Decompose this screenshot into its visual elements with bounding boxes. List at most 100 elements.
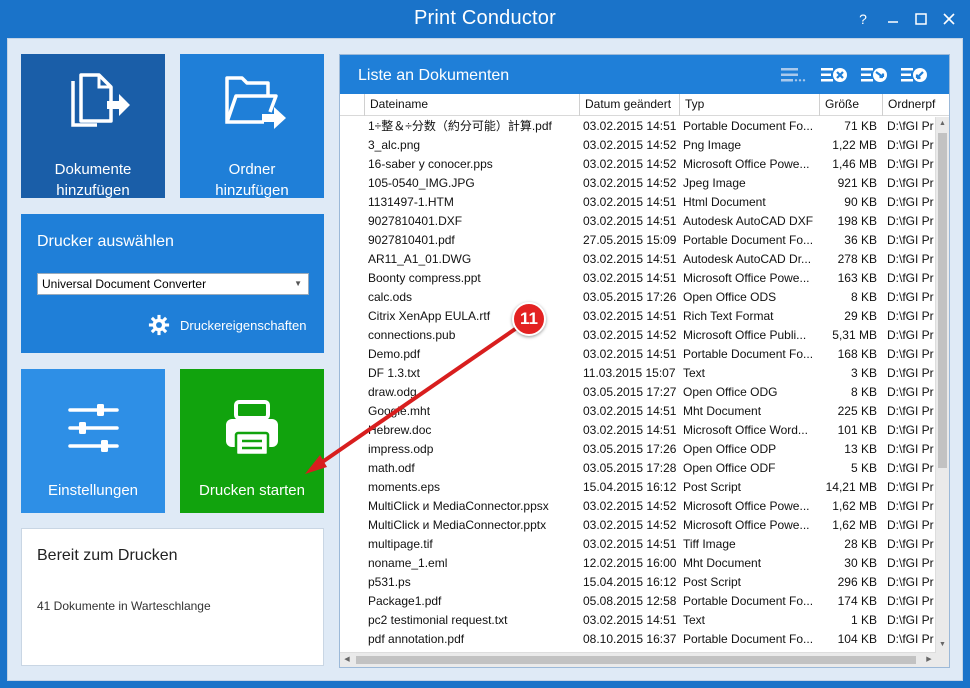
scroll-thumb[interactable]: [938, 133, 947, 468]
cell-folder: D:\fGI Pr: [887, 347, 934, 361]
minimize-icon: [888, 21, 898, 23]
cell-type: Portable Document Fo...: [683, 119, 814, 133]
column-filename[interactable]: Dateiname: [364, 94, 579, 116]
table-row[interactable]: 1÷整＆÷分数（約分可能）計算.pdf 03.02.2015 14:51 Porta…: [340, 117, 936, 136]
table-row[interactable]: draw.odg 03.05.2015 17:27 Open Office ODG 8…: [340, 383, 936, 402]
scroll-up-icon[interactable]: ▲: [936, 117, 949, 131]
cell-date: 12.02.2015 16:00: [583, 556, 677, 570]
clear-list-icon[interactable]: [780, 65, 808, 85]
table-row[interactable]: 105-0540_IMG.JPG 03.02.2015 14:52 Jpeg Ima…: [340, 174, 936, 193]
close-button[interactable]: [938, 9, 960, 29]
table-row[interactable]: impress.odp 03.05.2015 17:26 Open Office O…: [340, 440, 936, 459]
horizontal-scrollbar[interactable]: ◀ ▶: [340, 652, 936, 667]
cell-type: Rich Text Format: [683, 309, 774, 323]
table-row[interactable]: 9027810401.pdf 27.05.2015 15:09 Portable D…: [340, 231, 936, 250]
cell-size: 198 KB: [837, 214, 877, 228]
cell-folder: D:\fGI Pr: [887, 518, 934, 532]
cell-folder: D:\fGI Pr: [887, 594, 934, 608]
cell-date: 03.02.2015 14:51: [583, 119, 677, 133]
printer-icon: [226, 400, 278, 457]
settings-button[interactable]: Einstellungen: [21, 369, 165, 513]
column-folder[interactable]: Ordnerpf: [882, 94, 949, 116]
annotation-badge: 11: [512, 302, 546, 336]
table-row[interactable]: Google.mht 03.02.2015 14:51 Mht Document 22…: [340, 402, 936, 421]
table-row[interactable]: pc2 testimonial request.txt 03.02.2015 14…: [340, 611, 936, 630]
table-row[interactable]: MultiClick и MediaConnector.ppsx 03.02.20…: [340, 497, 936, 516]
column-date[interactable]: Datum geändert: [579, 94, 679, 116]
cell-type: Html Document: [683, 195, 766, 209]
column-size[interactable]: Größe: [819, 94, 882, 116]
cell-type: Portable Document Fo...: [683, 233, 814, 247]
table-row[interactable]: Hebrew.doc 03.02.2015 14:51 Microsoft Offi…: [340, 421, 936, 440]
table-row[interactable]: moments.eps 15.04.2015 16:12 Post Script 14…: [340, 478, 936, 497]
cell-folder: D:\fGI Pr: [887, 119, 934, 133]
scroll-down-icon[interactable]: ▼: [936, 638, 949, 652]
cell-folder: D:\fGI Pr: [887, 499, 934, 513]
move-down-icon[interactable]: [860, 65, 888, 85]
maximize-button[interactable]: [910, 9, 932, 29]
cell-filename: 1131497-1.HTM: [368, 195, 454, 209]
cell-date: 03.02.2015 14:52: [583, 499, 677, 513]
cell-type: Microsoft Office Publi...: [683, 328, 807, 342]
cell-date: 03.02.2015 14:52: [583, 328, 677, 342]
start-print-button[interactable]: Drucken starten: [180, 369, 324, 513]
table-row[interactable]: Demo.pdf 03.02.2015 14:51 Portable Documen…: [340, 345, 936, 364]
cell-size: 5 KB: [850, 461, 877, 475]
add-folder-label-line2: hinzufügen: [215, 182, 289, 199]
cell-date: 03.02.2015 14:52: [583, 138, 677, 152]
cell-size: 1 KB: [850, 613, 877, 627]
printer-properties-link[interactable]: Druckereigenschaften: [148, 314, 306, 336]
table-row[interactable]: Boonty compress.ppt 03.02.2015 14:51 Micro…: [340, 269, 936, 288]
table-row[interactable]: noname_1.eml 12.02.2015 16:00 Mht Document…: [340, 554, 936, 573]
table-row[interactable]: multipage.tif 03.02.2015 14:51 Tiff Image 2…: [340, 535, 936, 554]
cell-type: Open Office ODG: [683, 385, 778, 399]
cell-size: 1,62 MB: [832, 499, 877, 513]
document-list-header: Liste an Dokumenten: [340, 55, 949, 94]
table-row[interactable]: 3_alc.png 03.02.2015 14:52 Png Image 1,22 M…: [340, 136, 936, 155]
scroll-left-icon[interactable]: ◀: [340, 653, 354, 667]
cell-filename: Citrix XenApp EULA.rtf: [368, 309, 491, 323]
table-row[interactable]: MultiClick и MediaConnector.pptx 03.02.20…: [340, 516, 936, 535]
table-row[interactable]: calc.ods 03.05.2015 17:26 Open Office ODS 8…: [340, 288, 936, 307]
cell-folder: D:\fGI Pr: [887, 461, 934, 475]
cell-filename: 9027810401.DXF: [368, 214, 463, 228]
table-row[interactable]: Citrix XenApp EULA.rtf 03.02.2015 14:51 Ri…: [340, 307, 936, 326]
cell-filename: 16-saber y conocer.pps: [368, 157, 493, 171]
add-documents-button[interactable]: Dokumente hinzufügen: [21, 54, 165, 199]
cell-date: 08.10.2015 16:37: [583, 632, 677, 646]
cell-date: 03.02.2015 14:51: [583, 537, 677, 551]
cell-size: 36 KB: [844, 233, 877, 247]
cell-type: Microsoft Office Word...: [683, 423, 808, 437]
cell-date: 05.08.2015 12:58: [583, 594, 677, 608]
printer-select[interactable]: Universal Document Converter ▼: [37, 273, 309, 295]
cell-date: 03.05.2015 17:26: [583, 290, 677, 304]
remove-selected-icon[interactable]: [820, 65, 848, 85]
table-row[interactable]: math.odf 03.05.2015 17:28 Open Office ODF 5…: [340, 459, 936, 478]
table-row[interactable]: AR11_A1_01.DWG 03.02.2015 14:51 Autodesk A…: [340, 250, 936, 269]
table-row[interactable]: 1131497-1.HTM 03.02.2015 14:51 Html Docume…: [340, 193, 936, 212]
help-button[interactable]: ?: [852, 9, 874, 29]
vertical-scrollbar[interactable]: ▲ ▼: [935, 117, 949, 652]
sliders-icon: [68, 404, 119, 452]
minimize-button[interactable]: [882, 9, 904, 29]
cell-type: Open Office ODP: [683, 442, 777, 456]
table-row[interactable]: 9027810401.DXF 03.02.2015 14:51 Autodesk A…: [340, 212, 936, 231]
add-folder-button[interactable]: Ordner hinzufügen: [180, 54, 324, 199]
table-row[interactable]: connections.pub 03.02.2015 14:52 Microsoft…: [340, 326, 936, 345]
table-row[interactable]: p531.ps 15.04.2015 16:12 Post Script 296 KB…: [340, 573, 936, 592]
table-row[interactable]: pdf annotation.pdf 08.10.2015 16:37 Portab…: [340, 630, 936, 649]
column-type[interactable]: Typ: [679, 94, 819, 116]
table-row[interactable]: DF 1.3.txt 11.03.2015 15:07 Text 3 KB D:\fGI…: [340, 364, 936, 383]
horizontal-scroll-thumb[interactable]: [356, 656, 916, 664]
scroll-right-icon[interactable]: ▶: [922, 653, 936, 667]
move-up-icon[interactable]: [900, 65, 928, 85]
cell-type: Post Script: [683, 575, 742, 589]
cell-filename: multipage.tif: [368, 537, 433, 551]
cell-size: 3 KB: [850, 366, 877, 380]
cell-type: Portable Document Fo...: [683, 347, 814, 361]
table-row[interactable]: Package1.pdf 05.08.2015 12:58 Portable Doc…: [340, 592, 936, 611]
cell-type: Text: [683, 366, 706, 380]
table-row[interactable]: 16-saber y conocer.pps 03.02.2015 14:52 Mi…: [340, 155, 936, 174]
cell-filename: moments.eps: [368, 480, 441, 494]
cell-type: Post Script: [683, 480, 742, 494]
